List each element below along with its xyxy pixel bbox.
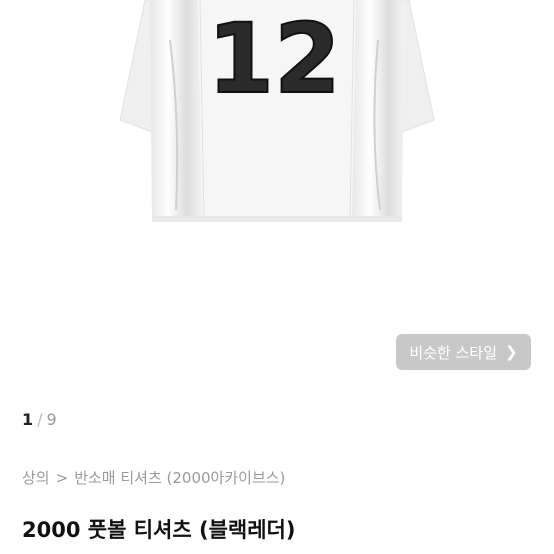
- page-current: 1: [22, 410, 34, 429]
- breadcrumb-separator: >: [55, 469, 69, 487]
- chevron-right-icon: ❯: [505, 342, 518, 361]
- product-title: 2000 풋볼 티셔츠 (블랙레더): [22, 518, 296, 542]
- page-total: 9: [46, 410, 57, 429]
- image-pager: 1/9: [22, 410, 57, 429]
- similar-style-label: 비슷한 스타일: [409, 343, 497, 362]
- jersey-number-graphic: 12: [207, 3, 341, 115]
- page-separator: /: [37, 410, 43, 429]
- similar-style-button[interactable]: 비슷한 스타일 ❯: [396, 334, 531, 370]
- breadcrumb-category[interactable]: 상의: [22, 469, 50, 487]
- product-photo: 12: [119, 0, 435, 223]
- product-image-gallery[interactable]: 12 비슷한 스타일 ❯: [0, 0, 554, 390]
- breadcrumb: 상의 > 반소매 티셔츠 (2000아카이브스): [22, 467, 285, 488]
- breadcrumb-subcategory[interactable]: 반소매 티셔츠 (2000아카이브스): [74, 469, 285, 487]
